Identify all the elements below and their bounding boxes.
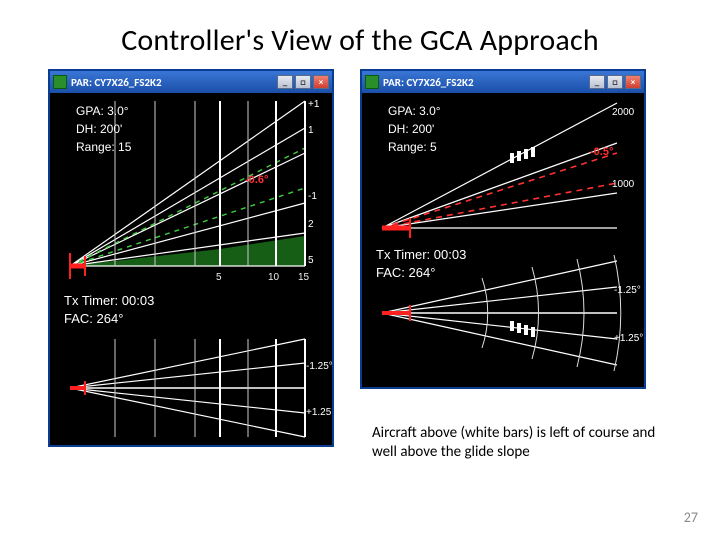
az-tick: +1.25°: [306, 407, 332, 418]
range-label: Range: 15: [76, 140, 132, 154]
app-icon: [53, 75, 67, 89]
fac-label: FAC: 264°: [64, 311, 123, 326]
range-label: Range: 5: [388, 140, 437, 154]
radar-scope-right: GPA: 3.0° DH: 200' Range: 5 2000 1000 -0…: [362, 93, 644, 387]
dh-label: DH: 200': [388, 122, 434, 136]
deviation-readout: -0.5°: [590, 146, 613, 158]
range-tick: 10: [268, 272, 280, 283]
elev-tick: +1: [308, 99, 320, 110]
window-title: PAR: CY7X26_FS2K2: [71, 76, 273, 89]
par-window-right: PAR: CY7X26_FS2K2 _ □ ×: [360, 69, 646, 389]
caption-text: Aircraft above (white bars) is left of c…: [372, 424, 672, 462]
app-icon: [365, 75, 379, 89]
radar-scope-left: GPA: 3.0° DH: 200' Range: 15 +1 1 -1 2 5…: [50, 93, 332, 445]
az-tick: -1.25°: [614, 285, 641, 296]
titlebar[interactable]: PAR: CY7X26_FS2K2 _ □ ×: [362, 71, 644, 93]
gpa-label: GPA: 3.0°: [76, 104, 129, 118]
elev-tick: 5: [308, 255, 314, 266]
elev-tick: 1: [308, 125, 314, 136]
page-number: 27: [684, 509, 698, 526]
alt-tick: 1000: [612, 179, 635, 190]
range-tick: 15: [298, 272, 310, 283]
fac-label: FAC: 264°: [376, 265, 435, 280]
aircraft-target-elev: [510, 147, 535, 163]
window-title: PAR: CY7X26_FS2K2: [383, 76, 585, 89]
elev-tick: 2: [308, 219, 314, 230]
minimize-button[interactable]: _: [589, 75, 605, 89]
tx-timer: Tx Timer: 00:03: [376, 247, 466, 262]
close-button[interactable]: ×: [313, 75, 329, 89]
dh-label: DH: 200': [76, 122, 122, 136]
maximize-button[interactable]: □: [295, 75, 311, 89]
close-button[interactable]: ×: [625, 75, 641, 89]
az-tick: -1.25°: [306, 361, 332, 372]
titlebar[interactable]: PAR: CY7X26_FS2K2 _ □ ×: [50, 71, 332, 93]
slide-title: Controller's View of the GCA Approach: [0, 0, 720, 69]
minimize-button[interactable]: _: [277, 75, 293, 89]
tx-timer: Tx Timer: 00:03: [64, 293, 154, 308]
maximize-button[interactable]: □: [607, 75, 623, 89]
az-tick: +1.25°: [614, 333, 643, 344]
range-tick: 5: [216, 272, 222, 283]
elev-tick: -1: [308, 191, 317, 202]
gpa-label: GPA: 3.0°: [388, 104, 441, 118]
par-window-left: PAR: CY7X26_FS2K2 _ □ ×: [48, 69, 334, 447]
deviation-readout: -0.6°: [245, 174, 268, 186]
alt-tick: 2000: [612, 107, 635, 118]
